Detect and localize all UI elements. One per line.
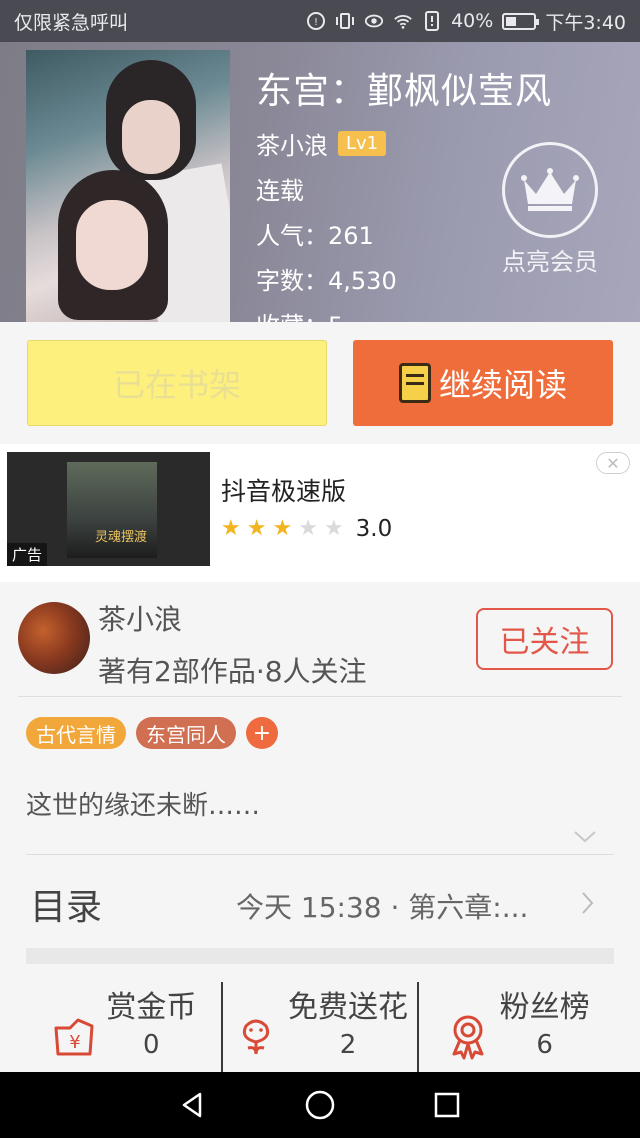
ad-close-button[interactable]: ✕ (596, 452, 630, 474)
crown-icon (502, 142, 598, 238)
battery-icon (502, 12, 540, 30)
tag-item[interactable]: 古代言情 (26, 717, 126, 749)
stat-value: 6 (536, 1030, 553, 1060)
follow-button[interactable]: 已关注 (476, 608, 613, 670)
home-icon[interactable] (300, 1085, 340, 1125)
wifi-icon (393, 11, 413, 31)
star-icon: ★ (246, 516, 267, 541)
stat-reward[interactable]: ¥ 赏金币 0 (26, 982, 221, 1072)
clock: 下午3:40 (545, 11, 626, 34)
continue-reading-button[interactable]: 继续阅读 (353, 340, 613, 426)
chevron-down-icon[interactable] (572, 826, 598, 846)
ad-banner[interactable]: 灵魂摆渡 广告 抖音极速版 ★ ★ ★ ★ ★ 3.0 ✕ (0, 444, 640, 582)
reward-coin-icon: ¥ (50, 1012, 98, 1060)
star-icon: ★ (323, 516, 344, 541)
ad-rating-value: 3.0 (355, 516, 393, 542)
add-tag-button[interactable]: + (246, 717, 278, 749)
stat-fans[interactable]: 粉丝榜 6 (417, 982, 614, 1072)
book-favorites: 收藏：5 (256, 306, 552, 322)
star-icon: ★ (298, 516, 318, 541)
book-author[interactable]: 茶小浪 (256, 126, 328, 161)
stat-label: 赏金币 (106, 990, 197, 1025)
svg-text:¥: ¥ (70, 1032, 81, 1053)
tag-list: 古代言情 东宫同人 + (26, 717, 278, 749)
recents-icon[interactable] (427, 1085, 467, 1125)
author-name[interactable]: 茶小浪 (98, 598, 182, 638)
svg-text:!: ! (314, 17, 318, 28)
latest-chapter[interactable]: 今天 15:38 · 第六章:... (236, 886, 528, 926)
chevron-right-icon[interactable] (580, 890, 596, 923)
book-header: 东宫：鄞枫似莹风 茶小浪 Lv1 连载 人气：261 字数：4,530 收藏：5… (0, 42, 640, 322)
ad-thumbnail[interactable]: 灵魂摆渡 广告 (7, 452, 210, 566)
avatar[interactable] (18, 602, 90, 674)
carrier-text: 仅限紧急呼叫 (14, 11, 129, 34)
book-description: 这世的缘还未断…… (26, 791, 261, 821)
stat-label: 粉丝榜 (499, 990, 590, 1025)
stat-label: 免费送花 (288, 990, 408, 1025)
author-section: 茶小浪 著有2部作品·8人关注 已关注 古代言情 东宫同人 + 这世的缘还未断…… (0, 582, 640, 1072)
sync-icon: ! (306, 11, 326, 31)
vip-button[interactable]: 点亮会员 (490, 142, 610, 277)
continue-reading-label: 继续阅读 (438, 366, 567, 404)
toc-label[interactable]: 目录 (30, 878, 102, 930)
stat-flower[interactable]: 免费送花 2 (220, 982, 418, 1072)
on-shelf-button[interactable]: 已在书架 (27, 340, 327, 426)
action-buttons: 已在书架 继续阅读 (0, 322, 640, 444)
book-cover[interactable] (26, 50, 230, 322)
ad-rating: ★ ★ ★ ★ ★ 3.0 (221, 516, 392, 542)
book-title: 东宫：鄞枫似莹风 (256, 71, 553, 112)
star-icon: ★ (272, 516, 293, 541)
medal-icon (444, 1012, 492, 1060)
status-bar: 仅限紧急呼叫 ! 40% 下午3:40 (0, 0, 640, 42)
ad-thumbnail-text: 灵魂摆渡 (95, 530, 148, 545)
ad-badge: 广告 (7, 543, 48, 566)
system-nav-bar (0, 1072, 640, 1138)
divider (26, 854, 614, 855)
eye-icon (364, 11, 384, 31)
book-icon (398, 363, 431, 403)
back-icon[interactable] (173, 1085, 213, 1125)
sim-alert-icon (422, 11, 442, 31)
author-meta: 著有2部作品·8人关注 (98, 655, 367, 688)
flower-icon (232, 1012, 280, 1060)
stat-value: 0 (143, 1030, 160, 1060)
status-icons: ! 40% 下午3:40 (306, 8, 626, 35)
ad-app-name[interactable]: 抖音极速版 (221, 472, 346, 508)
tag-item[interactable]: 东宫同人 (136, 717, 236, 749)
author-level-badge: Lv1 (338, 131, 387, 156)
stats-row: ¥ 赏金币 0 免费送花 2 粉丝榜 6 (26, 982, 614, 1072)
vibrate-icon (335, 11, 355, 31)
divider (18, 696, 622, 697)
vip-label: 点亮会员 (502, 248, 598, 276)
stat-value: 2 (339, 1030, 357, 1060)
battery-percent: 40% (451, 10, 494, 32)
section-divider (26, 948, 614, 964)
star-icon: ★ (221, 516, 241, 541)
